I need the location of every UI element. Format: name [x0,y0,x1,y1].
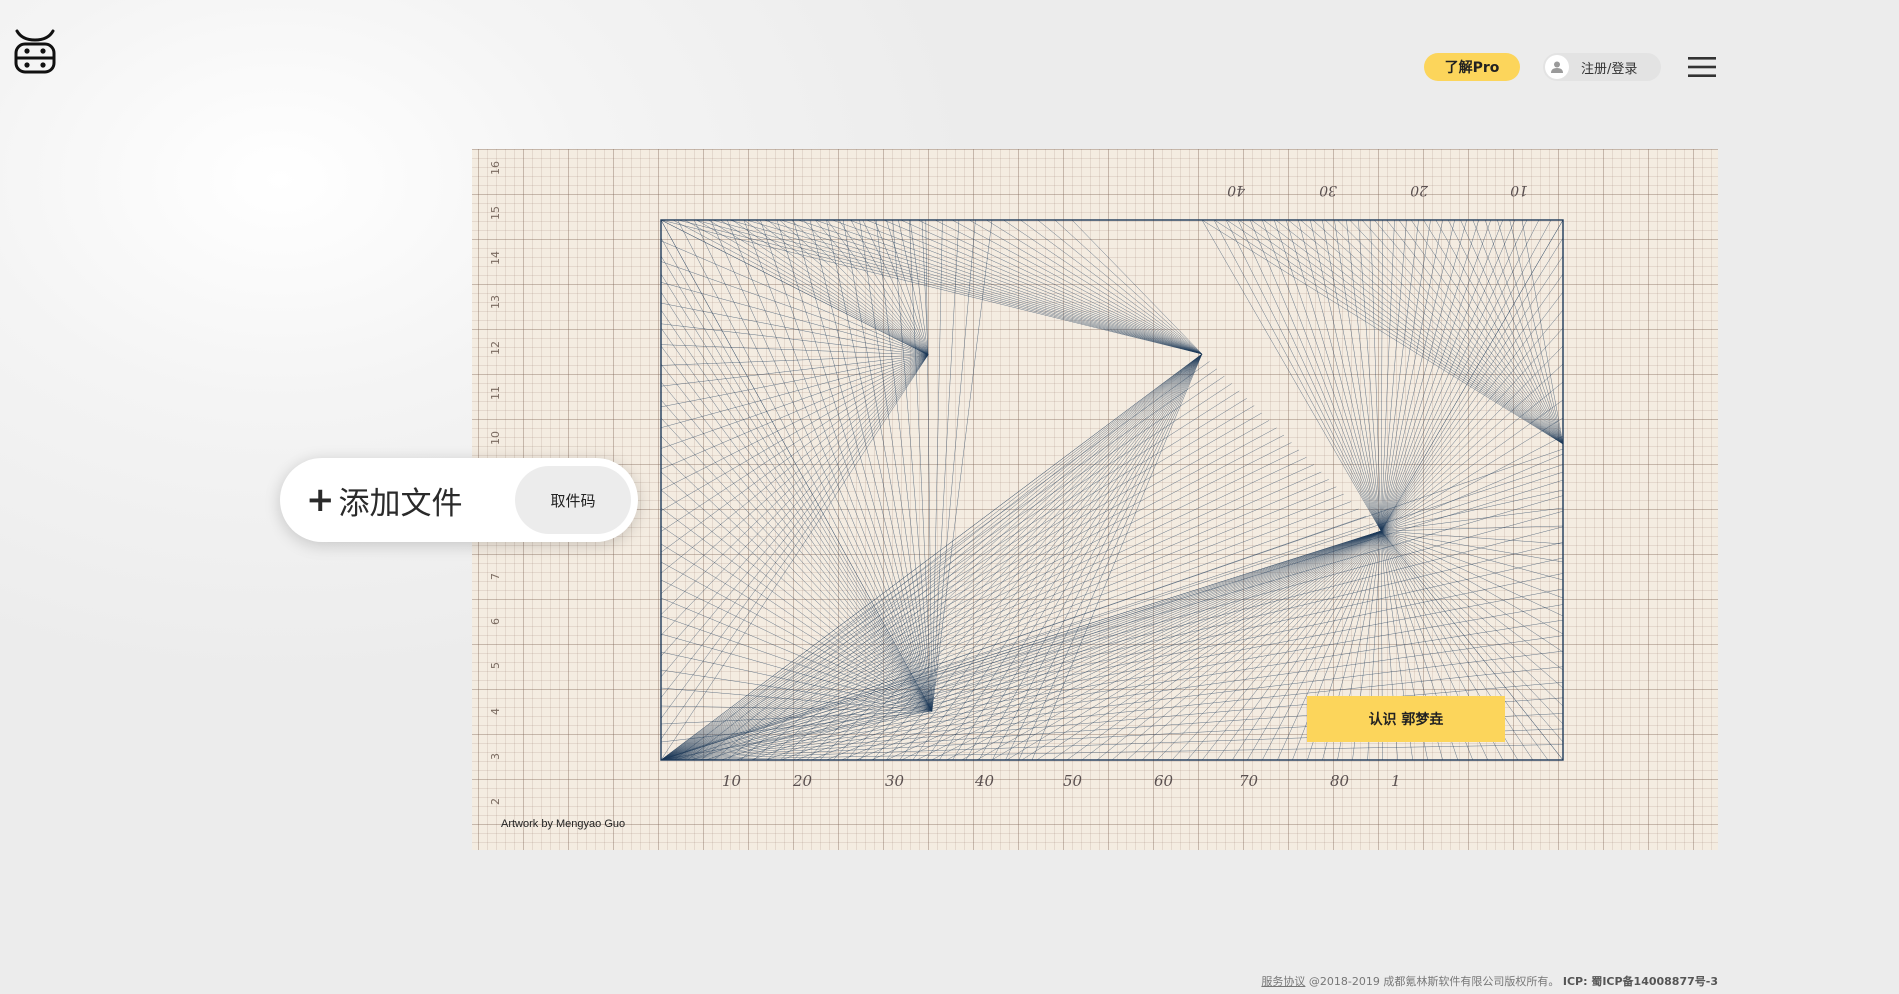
axis-number-left: 11 [489,386,502,400]
axis-number-top: 10 [1510,182,1528,198]
artwork-credit: Artwork by Mengyao Guo [501,818,626,830]
axis-number-left: 4 [489,708,502,715]
axis-number-bottom: 70 [1239,772,1259,790]
login-label: 注册/登录 [1581,61,1638,77]
axis-number-left: 15 [489,206,502,220]
copyright-text: @2018-2019 成都氪林斯软件有限公司版权所有。 [1308,975,1560,988]
featured-artwork: 10 20 30 40 50 60 70 80 1 40 30 20 10 16 15 14 13 12 11 10 7… [472,149,1718,850]
terms-link[interactable]: 服务协议 [1261,975,1305,988]
logo-icon[interactable] [14,28,56,76]
plus-icon: + [306,480,335,520]
axis-number-bottom: 20 [792,772,813,790]
axis-number-top: 30 [1319,182,1337,198]
upload-panel: + 添加文件 取件码 [280,458,638,542]
register-login-button[interactable]: 注册/登录 [1543,53,1661,81]
string-lines [660,219,1564,761]
axis-number-left: 3 [489,753,502,760]
axis-number-top: 40 [1227,182,1246,198]
icp-label: ICP: 蜀ICP备14008877号-3 [1562,975,1718,988]
meet-artist-button[interactable]: 认识 郭梦垚 [1307,696,1505,742]
axis-number-left: 16 [489,161,502,175]
axis-number-left: 12 [489,341,502,355]
hamburger-menu-icon[interactable] [1688,55,1716,79]
axis-number-bottom: 80 [1330,772,1350,790]
axis-number-bottom: 10 [722,772,742,790]
axis-number-left: 13 [489,295,502,309]
learn-pro-button[interactable]: 了解Pro [1424,53,1520,81]
axis-number-bottom: 60 [1154,772,1174,790]
axis-number-left: 5 [489,662,502,669]
axis-number-left: 2 [489,798,502,805]
add-file-button[interactable]: + 添加文件 [306,478,463,522]
axis-number-left: 14 [489,251,502,265]
string-art-drawing: 10 20 30 40 50 60 70 80 1 40 30 20 10 16 15 14 13 12 11 10 7… [489,161,1564,805]
user-icon [1545,55,1569,79]
footer: 服务协议 @2018-2019 成都氪林斯软件有限公司版权所有。 ICP: 蜀I… [1261,973,1718,989]
axis-number-left: 7 [489,573,502,580]
axis-number-bottom: 50 [1063,772,1083,790]
axis-number-bottom: 30 [885,772,905,790]
axis-number-top: 20 [1410,182,1429,198]
axis-number-bottom: 40 [974,772,995,790]
pickup-code-button[interactable]: 取件码 [515,466,631,534]
axis-number-left: 10 [489,431,502,445]
axis-number-left: 6 [489,618,502,625]
axis-number-bottom: 1 [1391,772,1401,790]
add-file-label: 添加文件 [338,485,463,522]
